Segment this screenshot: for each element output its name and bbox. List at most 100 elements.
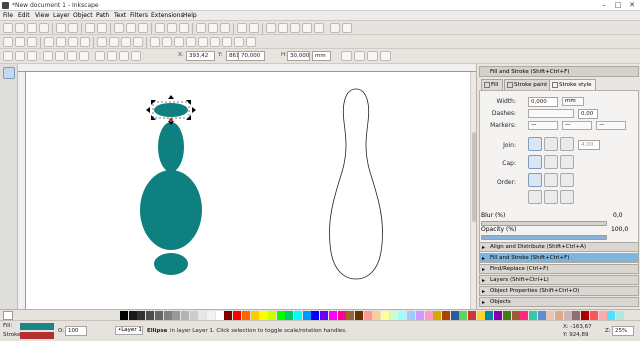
snap-grid-icon[interactable] <box>246 37 256 47</box>
snap-nodes-icon[interactable] <box>174 37 184 47</box>
docked-dialog-item[interactable]: ▸ Objects <box>479 297 639 307</box>
duplicate-icon[interactable] <box>196 23 206 33</box>
undo-icon[interactable] <box>85 23 95 33</box>
bottom-ellipse[interactable] <box>154 253 188 275</box>
menu-layer[interactable]: Layer <box>53 12 70 19</box>
blur-value[interactable]: 0,0 <box>613 212 623 219</box>
palette-swatch[interactable] <box>407 311 416 320</box>
clone-icon[interactable] <box>208 23 218 33</box>
order-stroke-markers-icon[interactable] <box>544 190 558 204</box>
palette-swatch[interactable] <box>502 311 511 320</box>
palette-swatch[interactable] <box>189 311 198 320</box>
eraser-tool-icon[interactable] <box>3 277 15 289</box>
menu-help[interactable]: Help <box>183 12 197 19</box>
snap-paths-icon[interactable] <box>210 37 220 47</box>
palette-swatch[interactable] <box>572 311 581 320</box>
menu-text[interactable]: Text <box>114 12 126 19</box>
save-icon[interactable] <box>27 23 37 33</box>
ellipse-tool-icon[interactable] <box>3 165 15 177</box>
palette-swatch[interactable] <box>198 311 207 320</box>
layers-icon[interactable] <box>290 23 300 33</box>
calligraphy-tool-icon[interactable] <box>3 235 15 247</box>
palette-swatch[interactable] <box>250 311 259 320</box>
pencil-tool-icon[interactable] <box>3 207 15 219</box>
fill-swatch[interactable] <box>20 323 54 330</box>
no-paint-swatch[interactable] <box>3 311 13 320</box>
raise-to-top-icon[interactable] <box>97 37 107 47</box>
palette-swatch[interactable] <box>137 311 146 320</box>
open-file-icon[interactable] <box>15 23 25 33</box>
unlink-clone-icon[interactable] <box>220 23 230 33</box>
rotate-cw-icon[interactable] <box>56 37 66 47</box>
order-markers-fill-icon[interactable] <box>528 190 542 204</box>
join-bevel-icon[interactable] <box>560 137 574 151</box>
palette-swatch[interactable] <box>146 311 155 320</box>
palette-swatch[interactable] <box>311 311 320 320</box>
palette-swatch[interactable] <box>415 311 424 320</box>
align-distribute-icon[interactable] <box>314 23 324 33</box>
docked-dialog-item[interactable]: ▸ Align and Distribute (Shift+Ctrl+A) <box>479 242 639 252</box>
zoom-drawing-icon[interactable] <box>167 23 177 33</box>
palette-swatch[interactable] <box>476 311 485 320</box>
text-tool-icon[interactable] <box>3 249 15 261</box>
order-markers-stroke-icon[interactable] <box>560 190 574 204</box>
palette-swatch[interactable] <box>120 311 128 320</box>
palette-swatch[interactable] <box>607 311 616 320</box>
selected-ellipse[interactable] <box>154 103 188 117</box>
zoom-tool-icon[interactable] <box>3 109 15 121</box>
raise-icon[interactable] <box>109 37 119 47</box>
bowling-pin-outline[interactable] <box>329 88 383 280</box>
menu-filters[interactable]: Filters <box>130 12 148 19</box>
palette-swatch[interactable] <box>233 311 242 320</box>
tab-stroke-paint[interactable]: Stroke paint <box>504 79 553 90</box>
scale-stroke-icon[interactable] <box>341 51 352 61</box>
start-marker-select[interactable]: — <box>528 121 558 130</box>
dock-title[interactable]: Fill and Stroke (Shift+Ctrl+F) <box>479 66 639 77</box>
export-icon[interactable] <box>68 23 78 33</box>
palette-swatch[interactable] <box>555 311 563 320</box>
docked-dialog-item[interactable]: ▸ Fill and Stroke (Shift+Ctrl+F) <box>479 253 639 263</box>
palette-swatch[interactable] <box>354 311 363 320</box>
palette-swatch[interactable] <box>302 311 311 320</box>
xml-editor-icon[interactable] <box>302 23 312 33</box>
opacity-value[interactable]: 100,0 <box>611 226 628 233</box>
select-all-icon[interactable] <box>3 37 13 47</box>
palette-swatch[interactable] <box>224 311 233 320</box>
star-tool-icon[interactable] <box>3 179 15 191</box>
palette-swatch[interactable] <box>546 311 555 320</box>
zoom-page-icon[interactable] <box>179 23 189 33</box>
palette-swatch[interactable] <box>537 311 546 320</box>
cap-round-icon[interactable] <box>544 155 558 169</box>
group-icon[interactable] <box>237 23 247 33</box>
scale-corners-icon[interactable] <box>354 51 365 61</box>
tab-fill[interactable]: Fill <box>481 79 504 90</box>
palette-swatch[interactable] <box>267 311 276 320</box>
palette-swatch[interactable] <box>511 311 520 320</box>
dashes-offset-field[interactable]: 0,00 <box>578 109 598 119</box>
palette-swatch[interactable] <box>294 311 302 320</box>
menu-path[interactable]: Path <box>96 12 109 19</box>
paste-icon[interactable] <box>138 23 148 33</box>
menu-object[interactable]: Object <box>73 12 93 19</box>
deselect-objects-icon[interactable] <box>27 51 37 61</box>
neck-ellipse[interactable] <box>158 122 184 172</box>
snap-centers-icon[interactable] <box>198 37 208 47</box>
select-in-all-layers-icon[interactable] <box>15 51 25 61</box>
flip-vertical-icon[interactable] <box>80 37 90 47</box>
palette-swatch[interactable] <box>381 311 389 320</box>
import-icon[interactable] <box>56 23 66 33</box>
menu-edit[interactable]: Edit <box>18 12 30 19</box>
join-round-icon[interactable] <box>544 137 558 151</box>
raise-top-icon[interactable] <box>95 51 105 61</box>
maximize-button[interactable]: □ <box>611 1 625 10</box>
palette-swatch[interactable] <box>563 311 572 320</box>
rectangle-tool-icon[interactable] <box>3 137 15 149</box>
palette-swatch[interactable] <box>494 311 503 320</box>
palette-swatch[interactable] <box>172 311 181 320</box>
cap-square-icon[interactable] <box>560 155 574 169</box>
snap-page-icon[interactable] <box>234 37 244 47</box>
palette-swatch[interactable] <box>598 311 607 320</box>
spiral-tool-icon[interactable] <box>3 193 15 205</box>
snap-toggle-icon[interactable] <box>150 37 160 47</box>
docked-dialog-item[interactable]: ▸ Find/Replace (Ctrl+F) <box>479 264 639 274</box>
